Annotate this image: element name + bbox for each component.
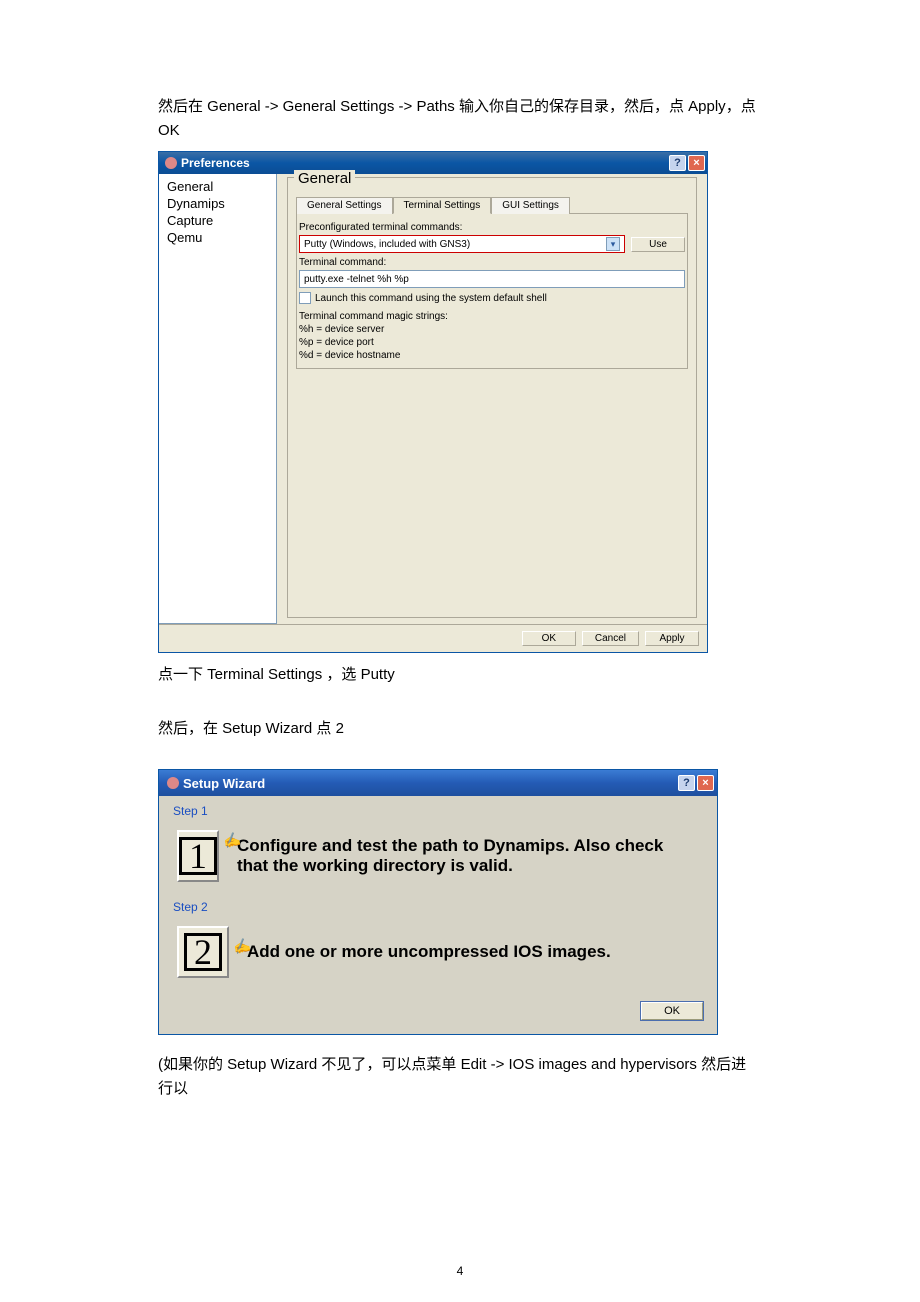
launch-default-shell-checkbox[interactable]: Launch this command using the system def… (299, 292, 685, 304)
preferences-footer: OK Cancel Apply (159, 624, 707, 652)
close-button[interactable]: × (688, 155, 705, 171)
instruction-2: 点一下 Terminal Settings ，选 Putty (158, 663, 760, 687)
page-number: 4 (0, 1264, 920, 1278)
text: 点一下 (158, 666, 207, 683)
title-text: Setup Wizard (183, 776, 265, 791)
instruction-1: 然后在 General -> General Settings -> Paths… (158, 95, 760, 143)
instruction-4: (如果你的 Setup Wizard 不见了，可以点菜单 Edit -> IOS… (158, 1053, 760, 1101)
step2-text: ✍ Add one or more uncompressed IOS image… (247, 942, 611, 962)
text: 2 (336, 720, 344, 737)
tab-gui-settings[interactable]: GUI Settings (491, 197, 570, 214)
text: 然后在 (158, 98, 207, 115)
text: Setup Wizard (227, 1056, 317, 1073)
sidebar-item-qemu[interactable]: Qemu (165, 229, 270, 246)
preferences-dialog: Preferences ? × General Dynamips Capture… (158, 151, 708, 653)
app-icon (167, 777, 179, 789)
wizard-footer: OK (173, 994, 703, 1020)
step1-text-value: Configure and test the path to Dynamips.… (237, 836, 663, 875)
ok-button[interactable]: OK (641, 1002, 703, 1020)
text: (如果你的 (158, 1056, 227, 1073)
text: General -> General Settings -> Paths (207, 98, 455, 115)
checkbox-box[interactable] (299, 292, 311, 304)
magic-line: %d = device hostname (299, 349, 685, 362)
text: 然后，在 (158, 720, 222, 737)
text: Putty (361, 666, 395, 683)
help-button[interactable]: ? (669, 155, 686, 171)
preferences-sidebar: General Dynamips Capture Qemu (159, 174, 277, 624)
text: Setup Wizard (222, 720, 312, 737)
step1-text: ✍ Configure and test the path to Dynamip… (237, 836, 699, 877)
sidebar-item-dynamips[interactable]: Dynamips (165, 195, 270, 212)
general-group: General General Settings Terminal Settin… (287, 177, 697, 618)
step2-row: 2 ✍ Add one or more uncompressed IOS ima… (173, 918, 703, 994)
ok-button[interactable]: OK (522, 631, 576, 646)
text: OK (158, 122, 180, 139)
chevron-down-icon[interactable]: ▾ (606, 237, 620, 251)
help-button[interactable]: ? (678, 775, 695, 791)
step1-button[interactable]: 1 (177, 830, 219, 882)
title-text: Preferences (181, 156, 250, 170)
group-title: General (294, 170, 355, 187)
checkbox-label: Launch this command using the system def… (315, 293, 547, 304)
combo-value: Putty (Windows, included with GNS3) (304, 239, 470, 250)
step2-label: Step 2 (173, 898, 703, 918)
text: Apply (688, 98, 726, 115)
preconfigured-label: Preconfigurated terminal commands: (299, 222, 685, 233)
titlebar-title: Setup Wizard (167, 776, 265, 791)
text: 不见了，可以点菜单 (317, 1056, 460, 1073)
terminal-command-input[interactable]: putty.exe -telnet %h %p (299, 270, 685, 288)
wizard-body: Step 1 1 ✍ Configure and test the path t… (159, 796, 717, 1034)
terminal-settings-pane: Preconfigurated terminal commands: Putty… (296, 214, 688, 369)
step2-button[interactable]: 2 (177, 926, 229, 978)
text: ，选 (322, 666, 360, 683)
step1-label: Step 1 (173, 802, 703, 822)
magic-strings-help: Terminal command magic strings: %h = dev… (299, 310, 685, 362)
apply-button[interactable]: Apply (645, 631, 699, 646)
close-button[interactable]: × (697, 775, 714, 791)
terminal-command-label: Terminal command: (299, 257, 685, 268)
cancel-button[interactable]: Cancel (582, 631, 639, 646)
sidebar-item-capture[interactable]: Capture (165, 212, 270, 229)
preferences-main: General General Settings Terminal Settin… (277, 174, 707, 624)
text: 输入你自己的保存目录，然后，点 (455, 98, 688, 115)
setup-wizard-dialog: Setup Wizard ? × Step 1 1 ✍ Configure an… (158, 769, 718, 1035)
step1-row: 1 ✍ Configure and test the path to Dynam… (173, 822, 703, 898)
text: 点 (312, 720, 335, 737)
magic-line: %h = device server (299, 323, 685, 336)
titlebar-title: Preferences (165, 156, 250, 170)
tab-terminal-settings[interactable]: Terminal Settings (393, 197, 492, 214)
use-button[interactable]: Use (631, 237, 685, 252)
instruction-3: 然后，在 Setup Wizard 点 2 (158, 717, 760, 741)
magic-line: %p = device port (299, 336, 685, 349)
tab-general-settings[interactable]: General Settings (296, 197, 393, 214)
preconfigured-combo[interactable]: Putty (Windows, included with GNS3) ▾ (299, 235, 625, 253)
text: Edit -> IOS images and hypervisors (461, 1056, 697, 1073)
titlebar[interactable]: Setup Wizard ? × (159, 770, 717, 796)
step2-number: 2 (184, 933, 222, 971)
titlebar[interactable]: Preferences ? × (159, 152, 707, 174)
app-icon (165, 157, 177, 169)
step1-number: 1 (179, 837, 217, 875)
tabbar: General Settings Terminal Settings GUI S… (296, 196, 688, 214)
text: Terminal Settings (207, 666, 322, 683)
sidebar-item-general[interactable]: General (165, 178, 270, 195)
magic-title: Terminal command magic strings: (299, 310, 685, 323)
text: ，点 (726, 98, 756, 115)
step2-text-value: Add one or more uncompressed IOS images. (247, 942, 611, 961)
terminal-command-value: putty.exe -telnet %h %p (304, 274, 409, 285)
